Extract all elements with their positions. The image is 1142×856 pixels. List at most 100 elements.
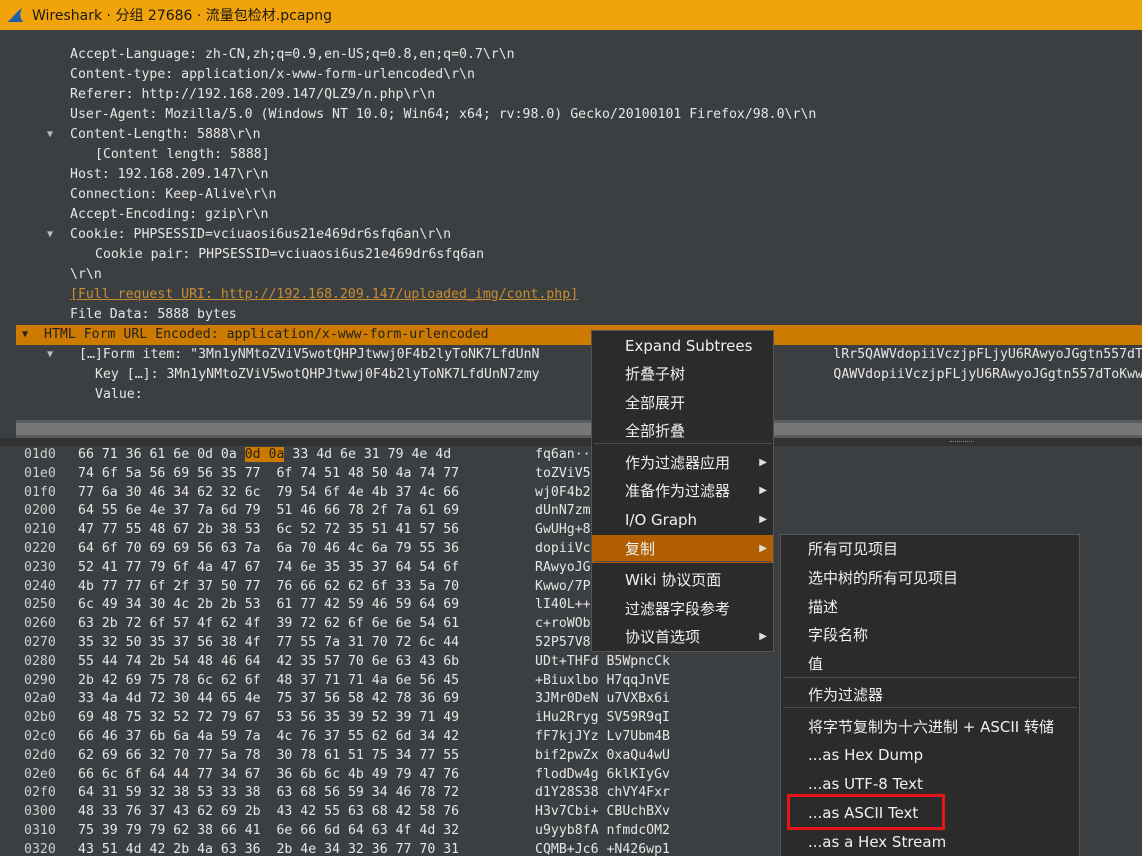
hex-offset: 01e0	[24, 465, 56, 481]
tree-row[interactable]: File Data: 5888 bytes	[16, 305, 1142, 325]
tree-row[interactable]: Cookie pair: PHPSESSID=vciuaosi6us21e469…	[16, 245, 1142, 265]
menu-item-label: 作为过滤器应用	[625, 454, 731, 472]
wireshark-fin-icon	[7, 8, 23, 22]
submenu-arrow-icon: ▶	[759, 485, 767, 496]
menu-item-label: 过滤器字段参考	[625, 600, 731, 618]
tree-row[interactable]: \r\n	[16, 265, 1142, 285]
hex-bytes: 33 4a 4d 72 30 44 65 4e 75 37 56 58 42 7…	[78, 691, 460, 707]
copy-submenu-item[interactable]: 值	[781, 650, 1079, 678]
tree-row[interactable]: Key […]: 3Mn1yNMtoZViV5wotQHPJtwwj0F4b2l…	[16, 365, 1142, 385]
tree-row[interactable]: [Full request URI: http://192.168.209.14…	[16, 285, 1142, 305]
copy-submenu-item[interactable]: 选中树的所有可见项目	[781, 564, 1079, 592]
context-menu-item[interactable]: Wiki 协议页面	[592, 566, 773, 594]
tree-row-text: User-Agent: Mozilla/5.0 (Windows NT 10.0…	[70, 107, 817, 122]
context-menu-item[interactable]: I/O Graph ▶	[592, 506, 773, 534]
hex-offset: 02d0	[24, 747, 56, 763]
hex-row[interactable]: 01f0 77 6a 30 46 34 62 32 6c 79 54 6f 4e …	[0, 484, 1142, 503]
hex-bytes: 64 6f 70 69 69 56 63 7a 6a 70 46 4c 6a 7…	[78, 541, 460, 556]
hex-bytes: 77 6a 30 46 34 62 32 6c 79 54 6f 4e 4b 3…	[78, 484, 460, 500]
context-menu-item[interactable]: 协议首选项 ▶	[592, 623, 773, 651]
tree-row[interactable]: Referer: http://192.168.209.147/QLZ9/n.p…	[16, 85, 1142, 105]
hex-ascii: fq6an··	[535, 447, 591, 462]
hex-ascii: CQMB+Jc6 +N426wp1	[535, 841, 670, 856]
highlighted-bytes: 0d 0a	[244, 447, 285, 462]
title-bar: Wireshark · 分组 27686 · 流量包检材.pcapng	[0, 0, 1142, 30]
tree-row[interactable]: ▼ Content-Length: 5888\r\n	[16, 125, 1142, 145]
context-menu-item[interactable]: 全部展开	[592, 389, 773, 417]
expand-arrow-icon[interactable]: ▼	[47, 345, 57, 365]
menu-item-label: 复制	[625, 540, 656, 558]
submenu-arrow-icon: ▶	[759, 457, 767, 468]
copy-submenu-item[interactable]: ...as a Hex Stream	[781, 828, 1079, 856]
tree-row[interactable]: Accept-Language: zh-CN,zh;q=0.9,en-US;q=…	[16, 45, 1142, 65]
copy-submenu-item[interactable]: 所有可见项目	[781, 535, 1079, 563]
tree-row[interactable]: ▼ HTML Form URL Encoded: application/x-ww…	[16, 325, 1142, 345]
hex-offset: 0320	[24, 841, 56, 856]
context-menu-item[interactable]: 复制 ▶	[592, 535, 773, 563]
hex-offset: 0250	[24, 597, 56, 613]
tree-row-text: Accept-Encoding: gzip\r\n	[70, 207, 269, 222]
window-title: Wireshark · 分组 27686 · 流量包检材.pcapng	[32, 8, 333, 24]
hex-bytes: 35 32 50 35 37 56 38 4f 77 55 7a 31 70 7…	[78, 635, 460, 650]
tree-row[interactable]: Content-type: application/x-www-form-url…	[16, 65, 1142, 85]
copy-submenu-item[interactable]: 描述	[781, 593, 1079, 621]
menu-item-label: 将字节复制为十六进制 + ASCII 转储	[808, 718, 1054, 736]
copy-submenu-item[interactable]: ...as Hex Dump	[781, 741, 1079, 769]
hex-ascii: fF7kjJYz Lv7Ubm4B	[535, 729, 670, 744]
hex-bytes: 6c 49 34 30 4c 2b 2b 53 61 77 42 59 46 5…	[78, 597, 460, 613]
menu-separator	[594, 561, 771, 562]
hex-row[interactable]: 01d0 66 71 36 61 6e 0d 0a 0d 0a 33 4d 6e …	[0, 446, 1142, 465]
context-menu-item[interactable]: 作为过滤器应用 ▶	[592, 449, 773, 477]
expand-arrow-icon[interactable]: ▼	[22, 325, 32, 345]
copy-submenu-item[interactable]: 作为过滤器	[781, 681, 1079, 709]
tree-row[interactable]: Accept-Encoding: gzip\r\n	[16, 205, 1142, 225]
pane-splitter[interactable]	[0, 438, 1142, 446]
tree-row-text: Accept-Language: zh-CN,zh;q=0.9,en-US;q=…	[70, 47, 515, 62]
hex-bytes: 64 55 6e 4e 37 7a 6d 79 51 46 66 78 2f 7…	[78, 503, 460, 519]
hex-bytes: 69 48 75 32 52 72 79 67 53 56 35 39 52 3…	[78, 710, 460, 726]
context-menu-item[interactable]: 折叠子树	[592, 360, 773, 388]
hex-offset: 0280	[24, 653, 56, 669]
tree-row-text: \r\n	[70, 267, 102, 282]
tree-row[interactable]: ▼ Cookie: PHPSESSID=vciuaosi6us21e469dr6s…	[16, 225, 1142, 245]
hex-offset: 0300	[24, 804, 56, 820]
hex-ascii: H3v7Cbi+ CBUchBXv	[535, 804, 670, 820]
expand-arrow-icon[interactable]: ▼	[47, 125, 57, 145]
left-gutter	[0, 30, 16, 438]
menu-item-label: 所有可见项目	[808, 540, 899, 558]
hex-ascii: 3JMr0DeN u7VXBx6i	[535, 691, 670, 707]
hex-ascii: dopiiVc	[535, 541, 591, 556]
hex-row[interactable]: 01e0 74 6f 5a 56 69 56 35 77 6f 74 51 48 …	[0, 465, 1142, 484]
menu-item-label: I/O Graph	[625, 511, 698, 529]
hex-ascii: GwUHg+8	[535, 522, 591, 538]
menu-item-label: 作为过滤器	[808, 686, 884, 704]
hex-offset: 02e0	[24, 766, 56, 782]
copy-submenu-item[interactable]: 将字节复制为十六进制 + ASCII 转储	[781, 713, 1079, 741]
hex-ascii: d1Y28S38 chVY4Fxr	[535, 785, 670, 801]
splitter-grip-icon[interactable]	[950, 441, 974, 443]
copy-submenu-item[interactable]: 字段名称	[781, 621, 1079, 649]
tree-row[interactable]: Connection: Keep-Alive\r\n	[16, 185, 1142, 205]
tree-row[interactable]: ▼ […]Form item: "3Mn1yNMtoZViV5wotQHPJtww…	[16, 345, 1142, 365]
menu-item-label: 字段名称	[808, 626, 869, 644]
expand-arrow-icon[interactable]: ▼	[47, 225, 57, 245]
context-menu-item[interactable]: Expand Subtrees	[592, 332, 773, 360]
context-menu-item[interactable]: 准备作为过滤器 ▶	[592, 477, 773, 505]
tree-row[interactable]: Host: 192.168.209.147\r\n	[16, 165, 1142, 185]
hex-ascii: wj0F4b2	[535, 484, 591, 500]
submenu-arrow-icon: ▶	[759, 514, 767, 525]
tree-row[interactable]: Value:	[16, 385, 1142, 405]
hex-bytes: 4b 77 77 6f 2f 37 50 77 76 66 62 62 6f 3…	[78, 578, 460, 594]
scrollbar-thumb[interactable]	[16, 423, 1142, 435]
tree-row-text: Value:	[95, 387, 143, 402]
hex-row[interactable]: 0200 64 55 6e 4e 37 7a 6d 79 51 46 66 78 …	[0, 502, 1142, 521]
context-menu-item[interactable]: 过滤器字段参考	[592, 595, 773, 623]
menu-item-label: 选中树的所有可见项目	[808, 569, 959, 587]
tree-row[interactable]: [Content length: 5888]	[16, 145, 1142, 165]
context-menu-item[interactable]: 全部折叠	[592, 417, 773, 445]
horizontal-scrollbar[interactable]	[16, 420, 1142, 438]
tree-row[interactable]: User-Agent: Mozilla/5.0 (Windows NT 10.0…	[16, 105, 1142, 125]
hex-offset: 0240	[24, 578, 56, 594]
menu-item-label: 折叠子树	[625, 365, 686, 383]
menu-item-label: Wiki 协议页面	[625, 571, 722, 589]
